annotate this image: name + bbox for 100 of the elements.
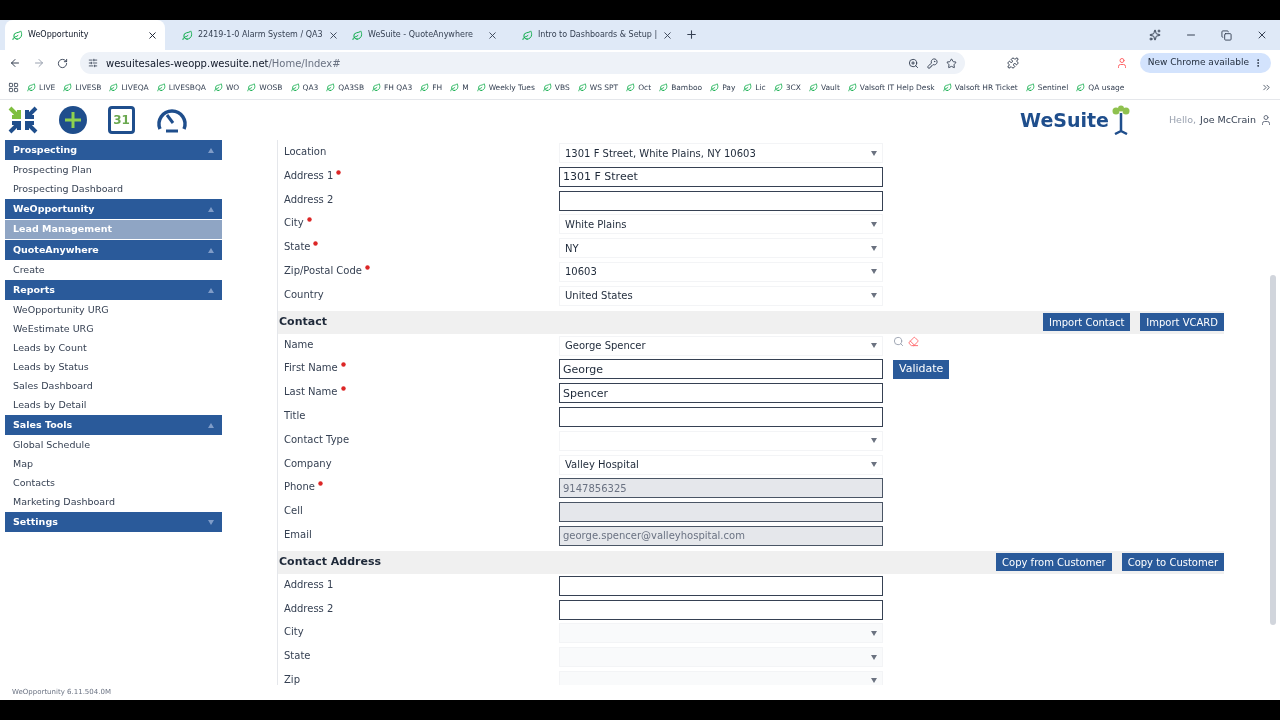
sidebar-item[interactable]: Sales Dashboard: [5, 377, 222, 396]
address-bar[interactable]: wesuitesales-weopp.wesuite.net/Home/Index#: [80, 52, 965, 74]
bookmark-favicon-icon[interactable]: [659, 83, 669, 92]
sidebar-item[interactable]: Prospecting Dashboard: [5, 180, 222, 199]
sidebar-item[interactable]: Map: [5, 455, 222, 474]
back-icon[interactable]: [9, 57, 21, 69]
sidebar-item[interactable]: Marketing Dashboard: [5, 493, 222, 512]
reload-icon[interactable]: [57, 57, 68, 69]
close-icon[interactable]: [147, 29, 158, 41]
dropdown-field[interactable]: [559, 623, 883, 644]
validate-button[interactable]: Validate: [893, 359, 950, 379]
dropdown-field[interactable]: 10603: [559, 262, 883, 282]
field-label: Zip/Postal Code: [284, 263, 370, 278]
section-button[interactable]: Import Contact: [1043, 313, 1131, 332]
sidebar-item[interactable]: WeOpportunity URG: [5, 301, 222, 320]
dropdown-field[interactable]: [559, 670, 883, 685]
update-button[interactable]: New Chrome available: [1139, 53, 1271, 73]
star-icon[interactable]: [946, 57, 957, 69]
section-button[interactable]: Copy to Customer: [1121, 553, 1224, 572]
section-button[interactable]: Import VCARD: [1140, 313, 1224, 332]
bookmark-favicon-icon[interactable]: [326, 83, 336, 92]
text-field[interactable]: [559, 190, 883, 211]
close-icon[interactable]: [327, 29, 339, 41]
bookmark-favicon-icon[interactable]: [420, 83, 430, 92]
dropdown-field[interactable]: [559, 647, 883, 668]
sidebar-item[interactable]: Leads by Status: [5, 358, 222, 377]
bookmark-favicon-icon[interactable]: [847, 83, 857, 92]
bookmark-favicon-icon[interactable]: [1025, 83, 1035, 92]
sidebar-group-header[interactable]: Prospecting: [5, 140, 222, 160]
dropdown-field[interactable]: White Plains: [559, 214, 883, 235]
search-icon[interactable]: [893, 336, 904, 348]
bookmark-favicon-icon[interactable]: [213, 83, 223, 92]
browser-tab[interactable]: 22419-1-0 Alarm System / QA3: [175, 20, 335, 50]
add-icon[interactable]: [58, 105, 88, 135]
sidebar-item[interactable]: Create: [5, 261, 222, 280]
dropdown-field[interactable]: NY: [559, 238, 883, 259]
bookmark-favicon-icon[interactable]: [626, 83, 636, 92]
close-window-icon[interactable]: [1256, 29, 1268, 41]
sidebar-group-header[interactable]: WeOpportunity: [5, 199, 222, 219]
site-info-icon[interactable]: [88, 58, 98, 68]
close-icon[interactable]: [487, 29, 498, 41]
bookmark-favicon-icon[interactable]: [476, 83, 486, 92]
bookmark-favicon-icon[interactable]: [542, 83, 552, 92]
required-mark-icon: [306, 217, 312, 223]
sidebar-item[interactable]: Leads by Count: [5, 339, 222, 358]
dropdown-field[interactable]: 1301 F Street, White Plains, NY 10603: [559, 143, 883, 163]
bookmark-favicon-icon[interactable]: [63, 83, 73, 92]
sidebar-item[interactable]: Global Schedule: [5, 436, 222, 455]
text-field[interactable]: [559, 575, 883, 596]
text-field[interactable]: 1301 F Street: [559, 166, 883, 187]
dropdown-field[interactable]: [559, 430, 883, 451]
sidebar-item[interactable]: WeEstimate URG: [5, 320, 222, 339]
user-icon[interactable]: [1260, 114, 1272, 126]
sidebar-item[interactable]: Leads by Detail: [5, 396, 222, 415]
text-field[interactable]: Spencer: [559, 383, 883, 404]
bookmark-favicon-icon[interactable]: [27, 83, 36, 92]
text-field[interactable]: [559, 599, 883, 620]
new-tab-icon[interactable]: [685, 28, 698, 41]
browser-tab[interactable]: WeSuite - QuoteAnywhere: [345, 20, 505, 50]
zoom-icon[interactable]: [908, 57, 919, 69]
sidebar-group-header[interactable]: Sales Tools: [5, 415, 222, 435]
bookmark-favicon-icon[interactable]: [290, 83, 300, 92]
eraser-icon[interactable]: [908, 336, 919, 348]
bookmark-favicon-icon[interactable]: [808, 83, 818, 92]
gemini-icon[interactable]: [1149, 29, 1161, 41]
bookmark-favicon-icon[interactable]: [942, 83, 952, 92]
text-field[interactable]: George: [559, 359, 883, 380]
bookmark-favicon-icon[interactable]: [450, 83, 460, 92]
bookmark-favicon-icon[interactable]: [743, 83, 753, 92]
browser-tab[interactable]: WeOpportunity: [5, 20, 165, 50]
bookmark-favicon-icon[interactable]: [372, 83, 382, 92]
dropdown-field[interactable]: Valley Hospital: [559, 454, 883, 475]
restore-icon[interactable]: [1221, 29, 1232, 41]
close-icon[interactable]: [662, 29, 674, 41]
sidebar-item[interactable]: Prospecting Plan: [5, 161, 222, 180]
bookmark-favicon-icon[interactable]: [1076, 83, 1086, 92]
browser-tab[interactable]: Intro to Dashboards & Setup |: [515, 20, 675, 50]
sidebar-group-header[interactable]: QuoteAnywhere: [5, 240, 222, 260]
profile-avatar-icon[interactable]: [1115, 57, 1128, 69]
bookmark-favicon-icon[interactable]: [156, 83, 166, 92]
sidebar-group-header[interactable]: Reports: [5, 280, 222, 300]
section-button[interactable]: Copy from Customer: [996, 553, 1112, 572]
apps-icon[interactable]: [8, 82, 19, 93]
collapse-arrow-icon: [208, 287, 214, 293]
collapse-arrows-icon[interactable]: [8, 106, 38, 134]
bookmark-favicon-icon[interactable]: [577, 83, 587, 92]
dropdown-field[interactable]: George Spencer: [559, 335, 883, 356]
bookmark-favicon-icon[interactable]: [247, 83, 257, 92]
bookmark-favicon-icon[interactable]: [773, 83, 783, 92]
forward-icon[interactable]: [33, 57, 45, 69]
bookmark-favicon-icon[interactable]: [710, 83, 720, 92]
user-name[interactable]: Joe McCrain: [1200, 112, 1256, 128]
dropdown-field[interactable]: United States: [559, 285, 883, 306]
sidebar-item[interactable]: Contacts: [5, 474, 222, 493]
key-icon[interactable]: [927, 57, 938, 69]
extensions-icon[interactable]: [1007, 57, 1019, 69]
more-bookmarks-icon[interactable]: [1261, 82, 1272, 93]
bookmark-favicon-icon[interactable]: [109, 83, 119, 92]
text-field[interactable]: [559, 406, 883, 427]
sidebar-group-header[interactable]: Settings: [5, 512, 222, 532]
